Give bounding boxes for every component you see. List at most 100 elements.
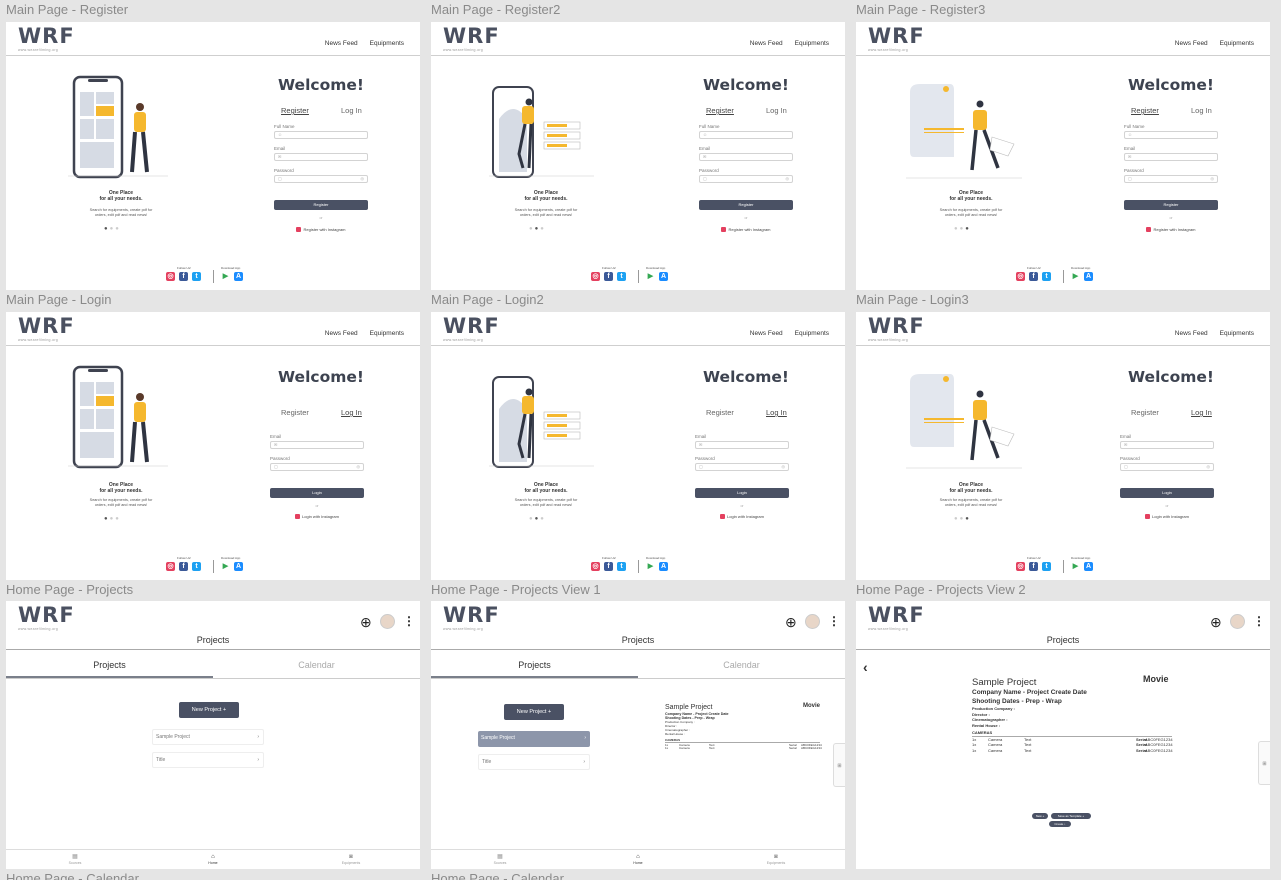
tab-login[interactable]: Log In: [766, 408, 787, 417]
tab-register[interactable]: Register: [706, 408, 734, 417]
login-instagram-link[interactable]: Login with Instagram: [695, 514, 789, 520]
wrf-logo[interactable]: WRF www.wearefilming.org: [18, 25, 75, 52]
project-list-item-selected[interactable]: Sample Project ›: [478, 731, 590, 747]
login-instagram-link[interactable]: Login with Instagram: [270, 514, 364, 520]
google-play-icon[interactable]: ▶: [1071, 562, 1080, 571]
carousel-dots[interactable]: ●●●: [954, 226, 971, 232]
nav-equipments[interactable]: Equipments: [795, 40, 829, 47]
tab-calendar[interactable]: Calendar: [638, 660, 845, 670]
nav-sources[interactable]: ▦ Sources: [6, 854, 144, 865]
more-vertical-icon[interactable]: ⋮: [1253, 614, 1265, 628]
nav-sources[interactable]: ▦ Sources: [431, 854, 569, 865]
instagram-icon[interactable]: ◎: [166, 272, 175, 281]
password-field[interactable]: ▢ ◎: [1120, 463, 1214, 471]
globe-icon[interactable]: ⊕: [785, 614, 797, 631]
app-store-icon[interactable]: A: [234, 272, 243, 281]
password-field[interactable]: ▢ ◎: [274, 175, 368, 183]
new-project-button[interactable]: New Project +: [179, 702, 239, 718]
project-list-item[interactable]: Sample Project ›: [152, 729, 264, 745]
tab-login[interactable]: Log In: [341, 106, 362, 115]
tab-projects[interactable]: Projects: [6, 660, 213, 678]
globe-icon[interactable]: ⊕: [1210, 614, 1222, 631]
back-chevron-icon[interactable]: ‹: [863, 659, 868, 675]
carousel-dots[interactable]: ●●●: [104, 516, 121, 522]
avatar[interactable]: [1230, 614, 1245, 629]
project-list-item[interactable]: Title ›: [478, 754, 590, 770]
globe-icon[interactable]: ⊕: [360, 614, 372, 631]
email-field[interactable]: ✉: [270, 441, 364, 449]
tab-register[interactable]: Register: [281, 408, 309, 417]
email-field[interactable]: ✉: [695, 441, 789, 449]
save-template-button[interactable]: Save as Template +: [1051, 813, 1091, 819]
email-field[interactable]: ✉: [699, 153, 793, 161]
nav-news-feed[interactable]: News Feed: [1175, 330, 1208, 337]
password-field[interactable]: ▢ ◎: [699, 175, 793, 183]
tab-login[interactable]: Log In: [1191, 408, 1212, 417]
instagram-icon[interactable]: ◎: [591, 272, 600, 281]
more-vertical-icon[interactable]: ⋮: [403, 614, 415, 628]
wrf-logo[interactable]: WRF www.wearefilming.org: [868, 25, 925, 52]
nav-news-feed[interactable]: News Feed: [325, 330, 358, 337]
nav-equipments[interactable]: Equipments: [1220, 330, 1254, 337]
wrf-logo[interactable]: WRF www.wearefilming.org: [18, 604, 75, 631]
nav-equipments[interactable]: ◙ Equipments: [282, 854, 420, 865]
facebook-icon[interactable]: f: [179, 562, 188, 571]
side-panel-toggle[interactable]: ⊞: [833, 743, 845, 787]
app-store-icon[interactable]: A: [234, 562, 243, 571]
nav-equipments[interactable]: ◙ Equipments: [707, 854, 845, 865]
tab-calendar[interactable]: Calendar: [213, 660, 420, 670]
tab-register[interactable]: Register: [281, 106, 309, 115]
wrf-logo[interactable]: WRF www.wearefilming.org: [443, 25, 500, 52]
instagram-icon[interactable]: ◎: [166, 562, 175, 571]
side-panel-toggle[interactable]: ⊞: [1258, 741, 1270, 785]
tab-register[interactable]: Register: [1131, 106, 1159, 115]
avatar[interactable]: [380, 614, 395, 629]
tab-login[interactable]: Log In: [1191, 106, 1212, 115]
instagram-icon[interactable]: ◎: [1016, 272, 1025, 281]
wrf-logo[interactable]: WRF www.wearefilming.org: [443, 604, 500, 631]
password-field[interactable]: ▢ ◎: [270, 463, 364, 471]
tab-register[interactable]: Register: [1131, 408, 1159, 417]
nav-home[interactable]: ⌂ Home: [144, 854, 282, 865]
google-play-icon[interactable]: ▶: [221, 562, 230, 571]
register-instagram-link[interactable]: Register with Instagram: [274, 227, 368, 233]
register-instagram-link[interactable]: Register with Instagram: [699, 227, 793, 233]
new-equipment-button[interactable]: New +: [1032, 813, 1048, 819]
login-button[interactable]: Login: [270, 488, 364, 498]
twitter-icon[interactable]: t: [192, 562, 201, 571]
register-button[interactable]: Register: [699, 200, 793, 210]
nav-equipments[interactable]: Equipments: [1220, 40, 1254, 47]
password-field[interactable]: ▢ ◎: [1124, 175, 1218, 183]
register-button[interactable]: Register: [1124, 200, 1218, 210]
facebook-icon[interactable]: f: [604, 562, 613, 571]
login-instagram-link[interactable]: Login with Instagram: [1120, 514, 1214, 520]
wrf-logo[interactable]: WRF www.wearefilming.org: [18, 315, 75, 342]
full-name-field[interactable]: ☺: [699, 131, 793, 139]
facebook-icon[interactable]: f: [179, 272, 188, 281]
carousel-dots[interactable]: ●●●: [529, 226, 546, 232]
new-project-button[interactable]: New Project +: [504, 704, 564, 720]
google-play-icon[interactable]: ▶: [646, 272, 655, 281]
app-store-icon[interactable]: A: [1084, 562, 1093, 571]
nav-equipments[interactable]: Equipments: [370, 330, 404, 337]
nav-news-feed[interactable]: News Feed: [1175, 40, 1208, 47]
twitter-icon[interactable]: t: [1042, 272, 1051, 281]
wrf-logo[interactable]: WRF www.wearefilming.org: [868, 604, 925, 631]
password-field[interactable]: ▢ ◎: [695, 463, 789, 471]
email-field[interactable]: ✉: [1120, 441, 1214, 449]
more-vertical-icon[interactable]: ⋮: [828, 614, 840, 628]
login-button[interactable]: Login: [695, 488, 789, 498]
nav-home[interactable]: ⌂ Home: [569, 854, 707, 865]
instagram-icon[interactable]: ◎: [1016, 562, 1025, 571]
twitter-icon[interactable]: t: [1042, 562, 1051, 571]
twitter-icon[interactable]: t: [192, 272, 201, 281]
facebook-icon[interactable]: f: [1029, 272, 1038, 281]
twitter-icon[interactable]: t: [617, 272, 626, 281]
tab-register[interactable]: Register: [706, 106, 734, 115]
google-play-icon[interactable]: ▶: [646, 562, 655, 571]
twitter-icon[interactable]: t: [617, 562, 626, 571]
carousel-dots[interactable]: ●●●: [104, 226, 121, 232]
register-instagram-link[interactable]: Register with Instagram: [1124, 227, 1218, 233]
tab-login[interactable]: Log In: [341, 408, 362, 417]
app-store-icon[interactable]: A: [659, 562, 668, 571]
